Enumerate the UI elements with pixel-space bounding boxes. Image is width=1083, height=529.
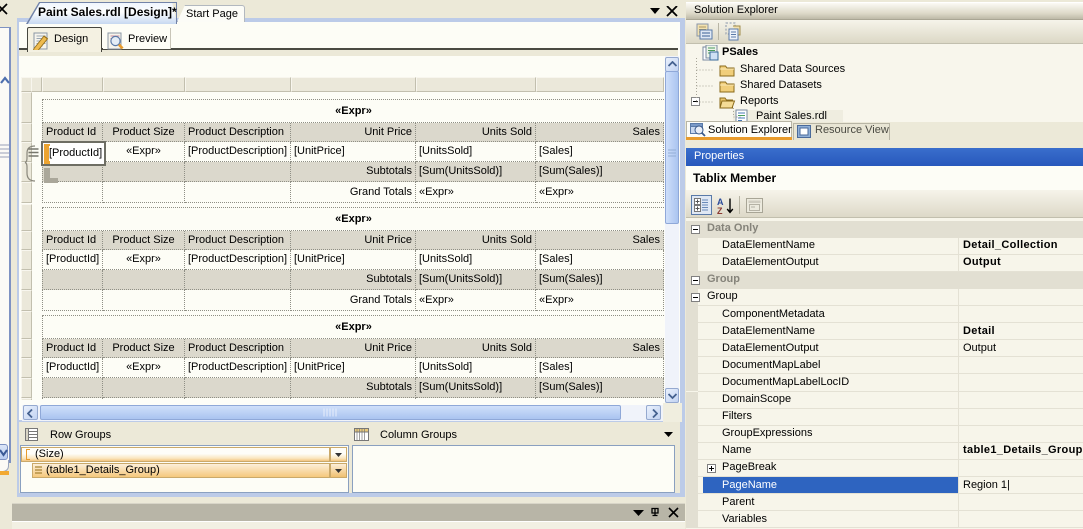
svg-text:Z: Z <box>717 206 723 215</box>
